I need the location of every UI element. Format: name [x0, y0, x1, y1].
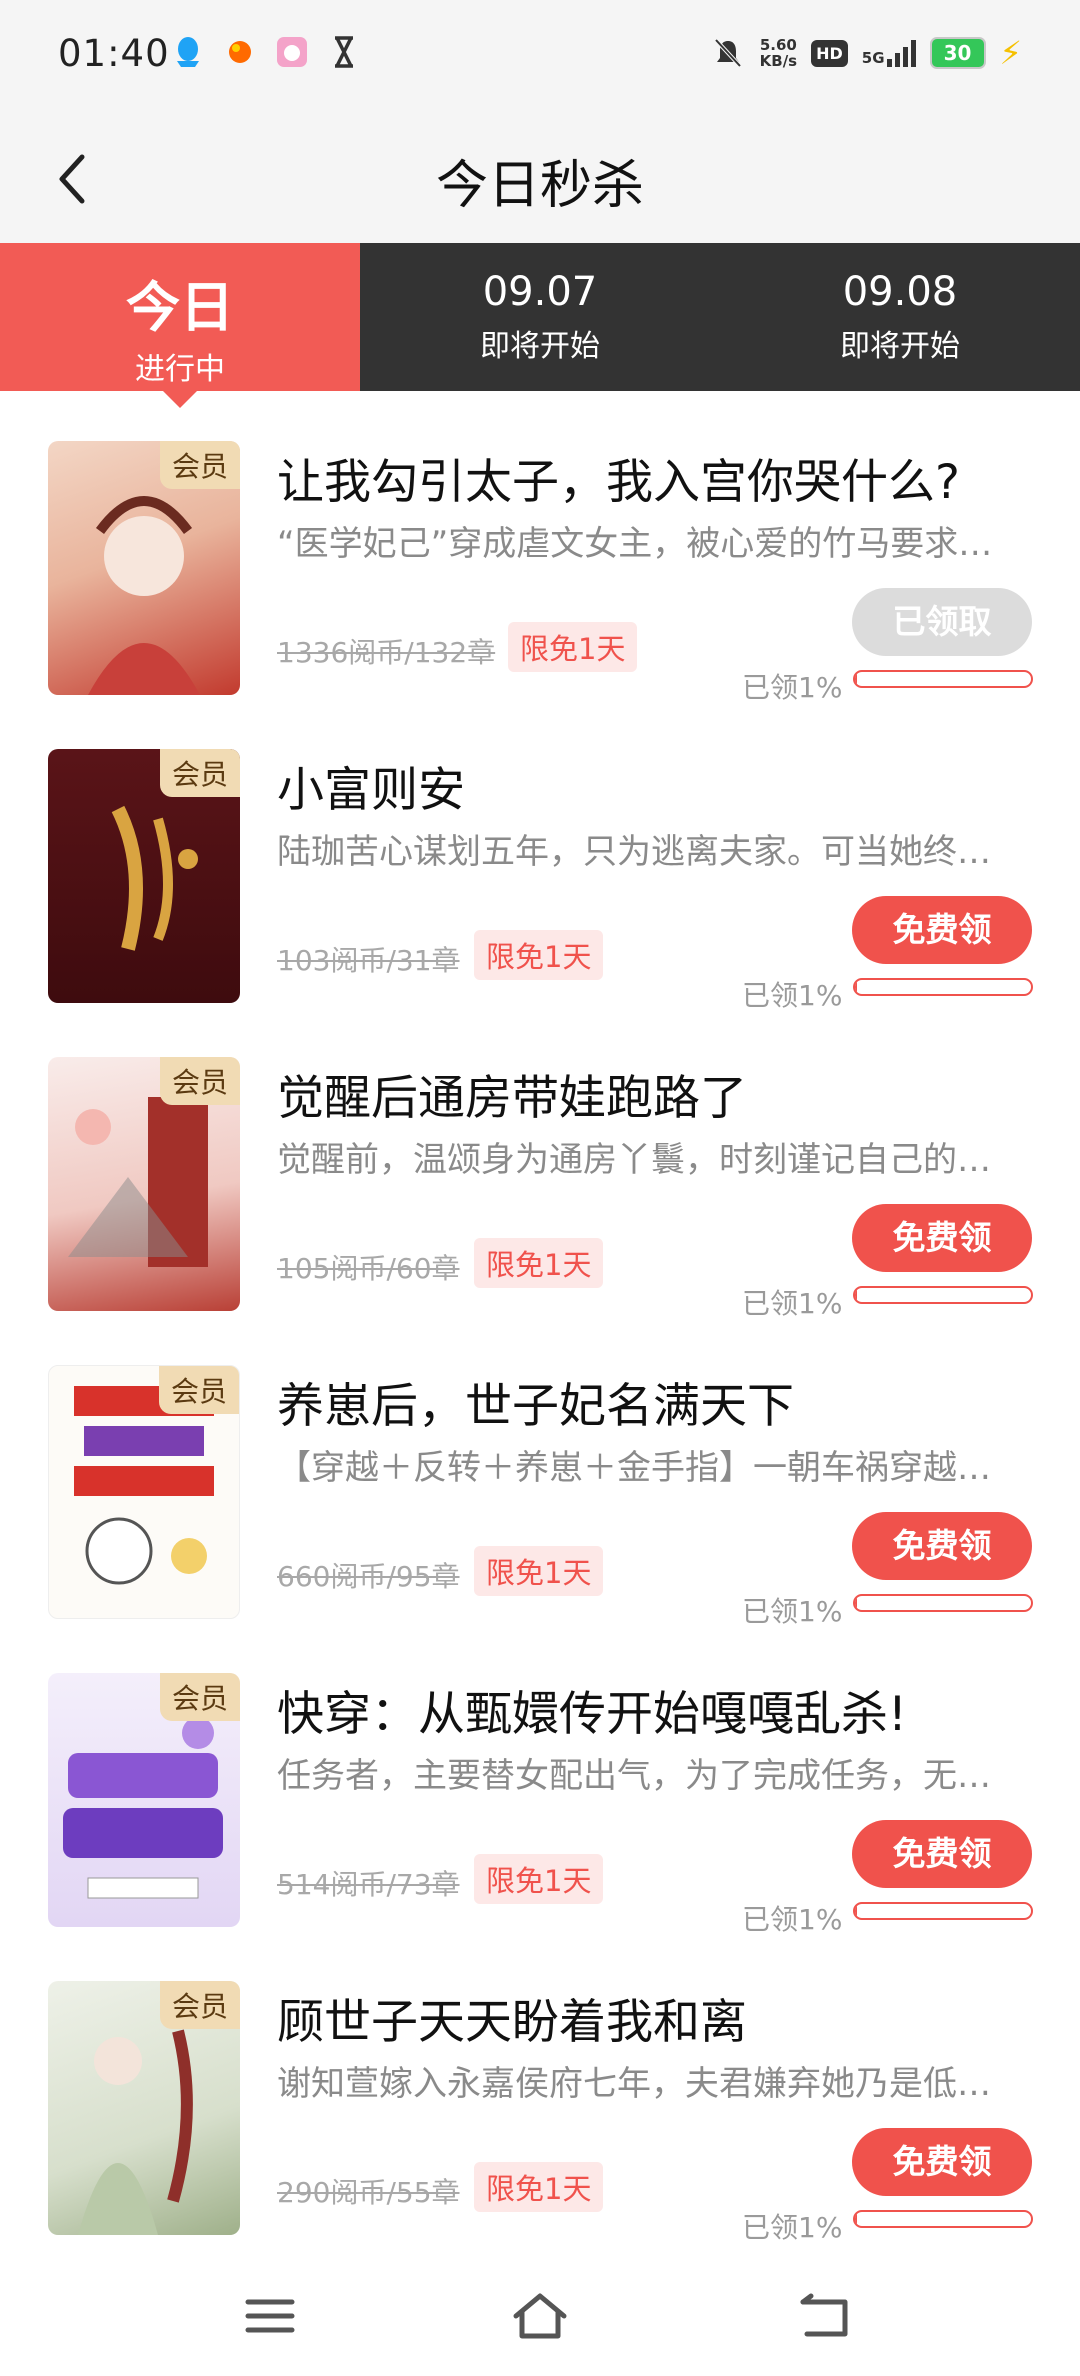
menu-icon[interactable] [240, 2286, 300, 2346]
free-claim-button[interactable]: 免费领 [852, 1204, 1032, 1272]
book-cover[interactable]: 会员 [48, 1673, 240, 1927]
book-cover[interactable]: 会员 [48, 1365, 240, 1619]
list-item[interactable]: 会员 让我勾引太子，我入宫你哭什么? “医学妃己”穿成虐文女主，被心爱的竹马要求… [0, 391, 1080, 704]
vip-badge: 会员 [159, 1057, 240, 1105]
original-price: 290阅币/55章 [277, 2176, 460, 2209]
list-item[interactable]: 会员 快穿：从甄嬛传开始嘎嘎乱杀! 任务者，主要替女配出气，为了完成任务，无… … [0, 1623, 1080, 1936]
status-bar: 01:40 5.60 KB/s HD 5G 30 ⚡ [0, 0, 1080, 115]
tab-0907-label: 09.07 [482, 269, 598, 315]
tab-today-status: 进行中 [135, 352, 225, 387]
book-title[interactable]: 顾世子天天盼着我和离 [277, 1983, 747, 2052]
original-price: 103阅币/31章 [277, 944, 460, 977]
vip-badge: 会员 [159, 441, 240, 489]
top-app-bar: 今日秒杀 [0, 115, 1080, 243]
claim-progress-fill [855, 2212, 857, 2226]
claim-progress-bar [853, 1902, 1033, 1920]
free-claim-button[interactable]: 免费领 [852, 1820, 1032, 1888]
hourglass-icon [326, 34, 362, 70]
status-time: 01:40 [58, 32, 170, 75]
original-price: 514阅币/73章 [277, 1868, 460, 1901]
claim-progress-fill [855, 1288, 857, 1302]
network-speed: 5.60 KB/s [760, 37, 797, 69]
claim-progress-fill [855, 1596, 857, 1610]
tab-0908-label: 09.08 [842, 269, 958, 315]
claim-progress-bar [853, 2210, 1033, 2228]
book-title[interactable]: 快穿：从甄嬛传开始嘎嘎乱杀! [277, 1675, 907, 1744]
system-icons: 5.60 KB/s HD 5G 30 ⚡ [710, 34, 1022, 72]
home-icon[interactable] [510, 2286, 570, 2346]
claim-progress-bar [853, 978, 1033, 996]
book-cover[interactable]: 会员 [48, 441, 240, 695]
claim-progress-bar [853, 670, 1033, 688]
speed-value: 5.60 [759, 36, 797, 54]
book-description: 【穿越＋反转＋养崽＋金手指】一朝车祸穿越… [277, 1448, 991, 1488]
list-item[interactable]: 会员 觉醒后通房带娃跑路了 觉醒前，温颂身为通房丫鬟，时刻谨记自己的… 105阅… [0, 1007, 1080, 1320]
vip-badge: 会员 [158, 1366, 239, 1414]
book-description: 觉醒前，温颂身为通房丫鬟，时刻谨记自己的… [277, 1140, 991, 1180]
claim-progress-bar [853, 1286, 1033, 1304]
original-price: 1336阅币/132章 [277, 636, 496, 669]
free-claim-button[interactable]: 免费领 [852, 2128, 1032, 2196]
vip-badge: 会员 [159, 1673, 240, 1721]
charging-icon: ⚡ [999, 34, 1022, 72]
book-title[interactable]: 觉醒后通房带娃跑路了 [277, 1059, 747, 1128]
book-cover[interactable]: 会员 [48, 749, 240, 1003]
app-icon [274, 34, 310, 70]
book-cover[interactable]: 会员 [48, 1057, 240, 1311]
book-title[interactable]: 养崽后，世子妃名满天下 [277, 1367, 794, 1436]
qq-icon [170, 34, 206, 70]
tab-0907-status: 即将开始 [480, 329, 600, 364]
tab-today[interactable]: 今日 进行中 [0, 243, 360, 408]
book-title[interactable]: 让我勾引太子，我入宫你哭什么? [277, 443, 960, 512]
claimed-button[interactable]: 已领取 [852, 588, 1032, 656]
book-list: 会员 让我勾引太子，我入宫你哭什么? “医学妃己”穿成虐文女主，被心爱的竹马要求… [0, 391, 1080, 2244]
vip-badge: 会员 [159, 749, 240, 797]
mute-bell-icon [710, 35, 746, 71]
vip-badge: 会员 [159, 1981, 240, 2029]
book-description: 陆珈苦心谋划五年，只为逃离夫家。可当她终… [277, 832, 991, 872]
notification-icons [170, 34, 362, 70]
list-item[interactable]: 会员 顾世子天天盼着我和离 谢知萱嫁入永嘉侯府七年，夫君嫌弃她乃是低… 290阅… [0, 1931, 1080, 2244]
original-price: 660阅币/95章 [277, 1560, 460, 1593]
tab-0908[interactable]: 09.08 即将开始 [720, 243, 1080, 391]
free-tag: 限免1天 [474, 2162, 604, 2212]
book-cover[interactable]: 会员 [48, 1981, 240, 2235]
free-tag: 限免1天 [474, 1546, 604, 1596]
date-tabs: 今日 进行中 09.07 即将开始 09.08 即将开始 [0, 243, 1080, 408]
battery-icon: 30 [929, 37, 986, 69]
claim-progress-fill [855, 980, 857, 994]
tab-0908-status: 即将开始 [840, 329, 960, 364]
claim-progress-fill [855, 1904, 857, 1918]
book-description: 谢知萱嫁入永嘉侯府七年，夫君嫌弃她乃是低… [277, 2064, 991, 2104]
tab-today-label: 今日 [126, 276, 234, 339]
book-description: 任务者，主要替女配出气，为了完成任务，无… [277, 1756, 991, 1796]
hd-icon: HD [811, 39, 848, 67]
free-tag: 限免1天 [474, 1238, 604, 1288]
free-tag: 限免1天 [508, 622, 638, 672]
page-title: 今日秒杀 [435, 156, 644, 216]
list-item[interactable]: 会员 小富则安 陆珈苦心谋划五年，只为逃离夫家。可当她终… 103阅币/31章 … [0, 699, 1080, 1012]
book-description: “医学妃己”穿成虐文女主，被心爱的竹马要求… [277, 524, 993, 564]
free-claim-button[interactable]: 免费领 [852, 1512, 1032, 1580]
original-price: 105阅币/60章 [277, 1252, 460, 1285]
signal-icon: 5G [862, 39, 916, 67]
claim-progress-bar [853, 1594, 1033, 1612]
list-item[interactable]: 会员 养崽后，世子妃名满天下 【穿越＋反转＋养崽＋金手指】一朝车祸穿越… 660… [0, 1315, 1080, 1628]
orange-dot-icon [222, 34, 258, 70]
free-claim-button[interactable]: 免费领 [852, 896, 1032, 964]
free-tag: 限免1天 [474, 930, 604, 980]
speed-unit: KB/s [759, 52, 798, 70]
tab-0907[interactable]: 09.07 即将开始 [360, 243, 720, 391]
book-title[interactable]: 小富则安 [277, 751, 465, 820]
network-type: 5G [861, 49, 885, 67]
claimed-percent: 已领1% [742, 2211, 843, 2244]
free-tag: 限免1天 [474, 1854, 604, 1904]
system-navigation-bar [0, 2256, 1080, 2376]
claim-progress-fill [855, 672, 857, 686]
return-icon[interactable] [795, 2286, 855, 2346]
